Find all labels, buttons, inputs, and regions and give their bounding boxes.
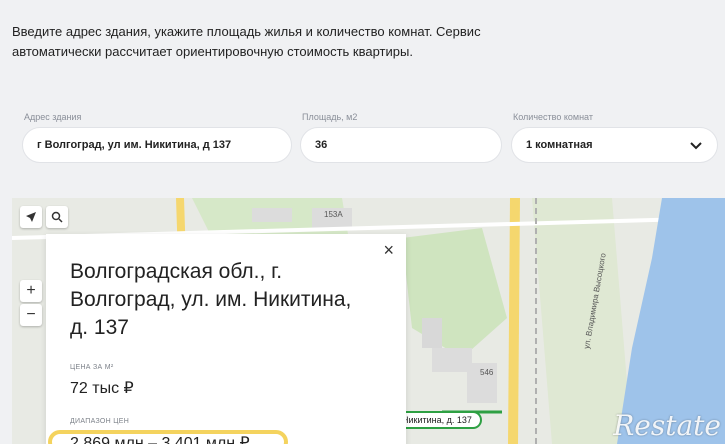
area-value: 36 <box>315 139 328 151</box>
locate-button[interactable] <box>20 206 42 228</box>
address-field[interactable]: г Волгоград, ул им. Никитина, д 137 <box>22 127 292 163</box>
search-map-button[interactable] <box>46 206 68 228</box>
intro-line-1: Введите адрес здания, укажите площадь жи… <box>12 24 481 39</box>
range-label: ДИАПАЗОН ЦЕН <box>70 418 130 425</box>
search-icon <box>51 211 63 223</box>
price-per-m-label: ЦЕНА ЗА М² <box>70 364 114 371</box>
zoom-in-button[interactable]: + <box>20 280 42 302</box>
address-label: Адрес здания <box>24 112 82 122</box>
close-button[interactable]: × <box>383 240 394 261</box>
info-card: × Волгоградская обл., г. Волгоград, ул. … <box>46 234 406 444</box>
location-arrow-icon <box>26 212 36 222</box>
zoom-out-button[interactable]: − <box>20 304 42 326</box>
rooms-select[interactable]: 1 комнатная <box>511 127 718 163</box>
rooms-label: Количество комнат <box>513 112 593 122</box>
area-field[interactable]: 36 <box>300 127 502 163</box>
rooms-value: 1 комнатная <box>526 139 593 151</box>
address-value: г Волгоград, ул им. Никитина, д 137 <box>37 139 232 151</box>
chevron-down-icon <box>690 142 702 150</box>
route-label-text: Никитина, д. 137 <box>402 415 472 425</box>
house-number: 546 <box>480 368 494 377</box>
watermark: Restate <box>613 409 721 442</box>
intro-text: Введите адрес здания, укажите площадь жи… <box>12 22 572 62</box>
price-per-m-value: 72 тыс ₽ <box>70 380 134 397</box>
card-address: Волгоградская обл., г. Волгоград, ул. им… <box>70 260 352 339</box>
area-label: Площадь, м2 <box>302 112 358 122</box>
building-label: 153А <box>324 210 343 219</box>
range-value: 2,869 млн – 3,401 млн ₽ <box>70 435 250 444</box>
intro-line-2: автоматически рассчитает ориентировочную… <box>12 44 413 59</box>
